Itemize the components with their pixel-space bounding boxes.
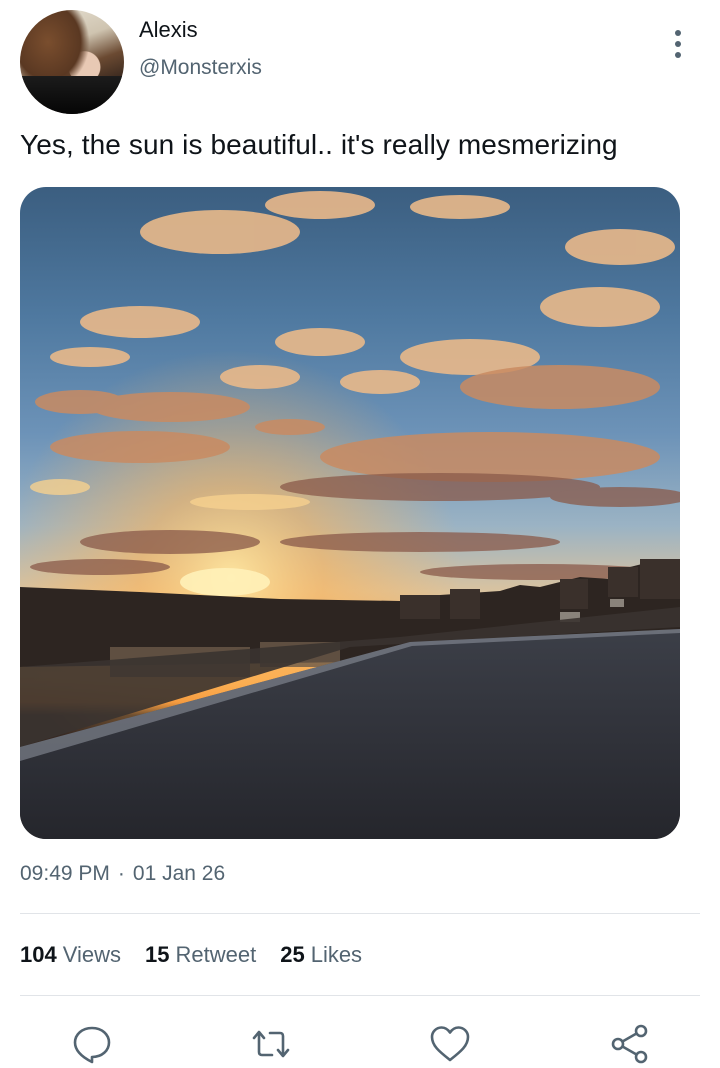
tweet-detail-page: Alexis @Monsterxis Yes, the sun is beaut… [0, 0, 720, 1068]
tweet-time: 09:49 PM [20, 862, 110, 885]
reply-icon[interactable] [70, 1022, 114, 1066]
author-handle[interactable]: @Monsterxis [139, 56, 262, 80]
divider [20, 913, 700, 914]
views-label: Views [62, 942, 122, 967]
tweet-text: Yes, the sun is beautiful.. it's really … [20, 129, 618, 160]
tweet-photo[interactable] [20, 187, 680, 839]
likes-count: 25 [280, 942, 305, 967]
divider [20, 995, 700, 996]
avatar[interactable] [20, 10, 124, 114]
stat-likes[interactable]: 25 Likes [280, 942, 362, 968]
tweet-date: 01 Jan 26 [132, 862, 226, 885]
share-icon[interactable] [608, 1022, 652, 1066]
stat-retweets[interactable]: 15 Retweet [145, 942, 256, 968]
action-bar [0, 1022, 720, 1068]
likes-label: Likes [310, 942, 363, 967]
tweet-stats: 104 Views 15 Retweet 25 Likes [20, 942, 362, 968]
more-options-icon[interactable] [666, 26, 690, 62]
retweets-label: Retweet [175, 942, 257, 967]
retweets-count: 15 [145, 942, 170, 967]
time-separator: · [117, 862, 125, 885]
sunset-image [20, 187, 680, 839]
views-count: 104 [20, 942, 57, 967]
stat-views[interactable]: 104 Views [20, 942, 121, 968]
author-name[interactable]: Alexis [139, 17, 198, 43]
like-icon[interactable] [428, 1022, 472, 1066]
tweet-timestamp: 09:49 PM · 01 Jan 26 [20, 862, 225, 886]
retweet-icon[interactable] [249, 1022, 293, 1066]
